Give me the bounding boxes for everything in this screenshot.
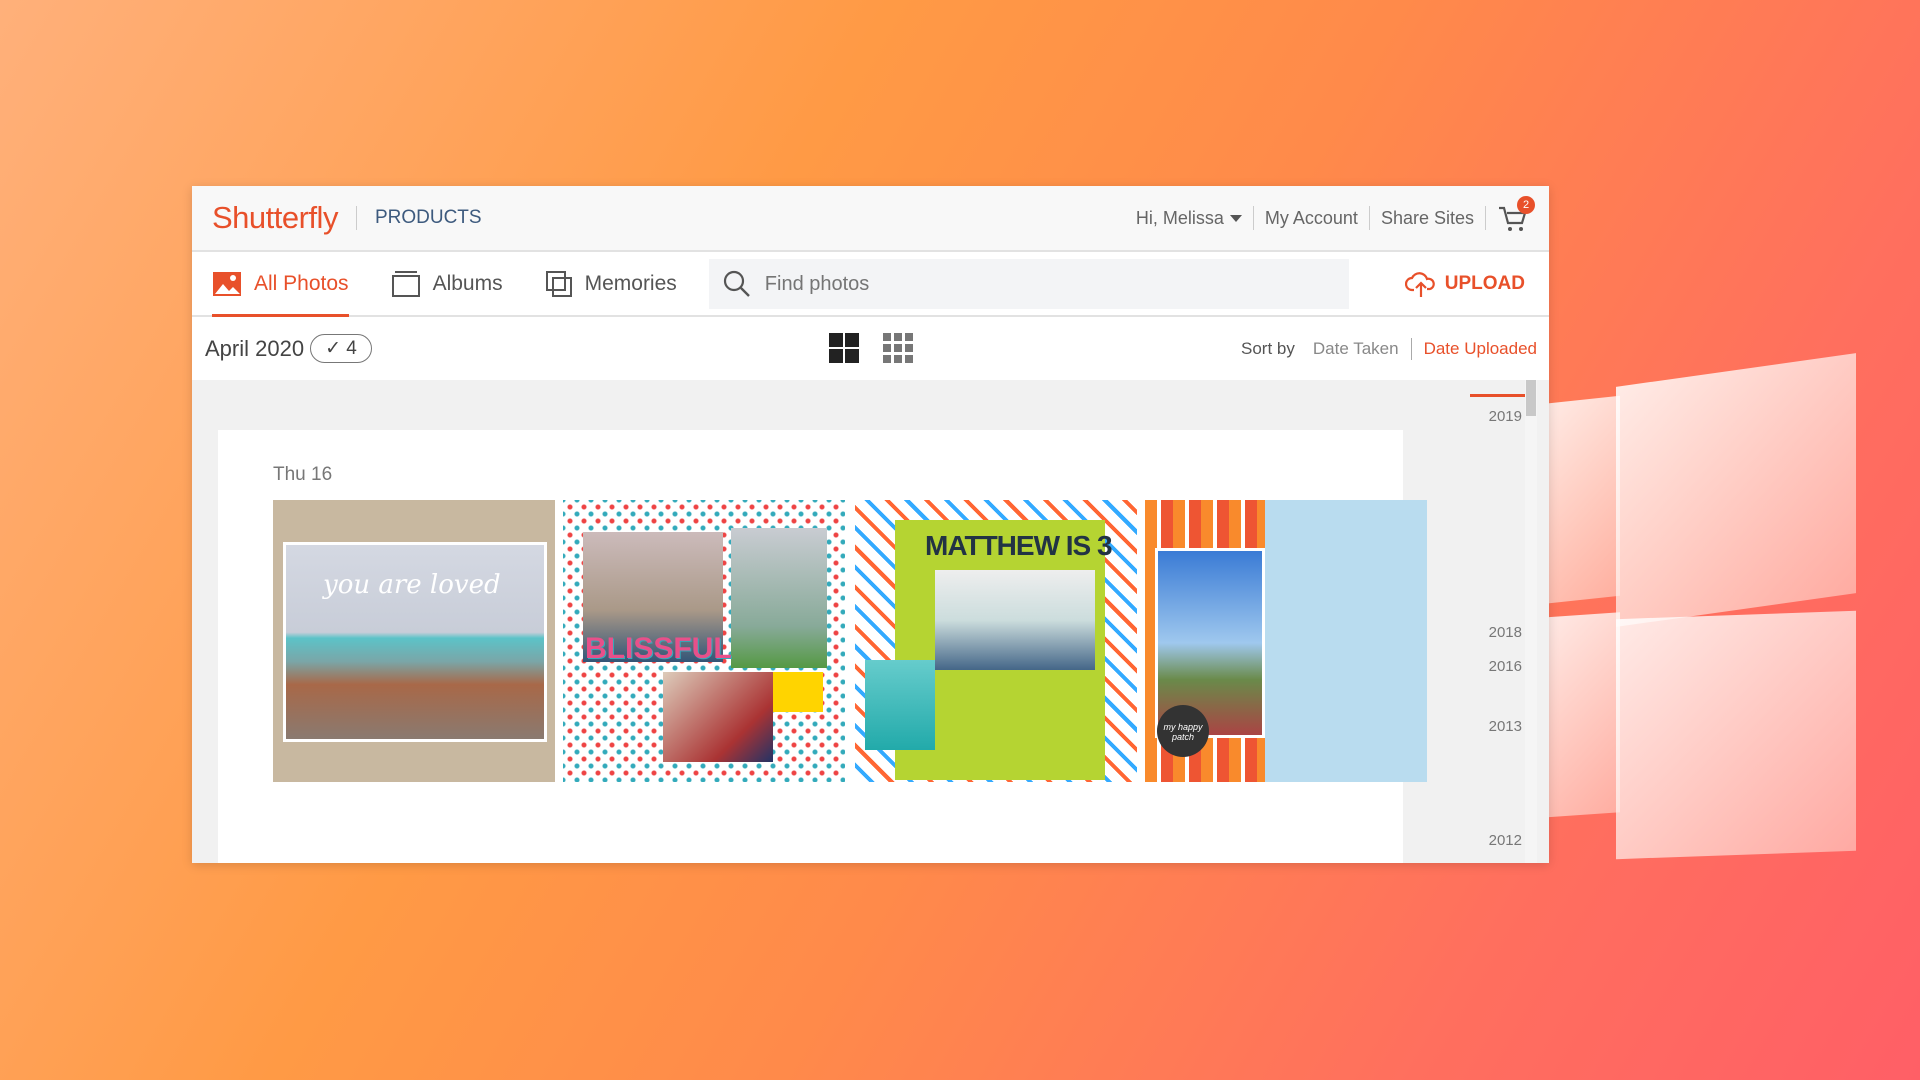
browser-window: Shutterfly PRODUCTS Hi, Melissa My Accou…: [192, 186, 1549, 863]
tab-memories[interactable]: Memories: [545, 252, 677, 315]
tab-all-photos[interactable]: All Photos: [212, 252, 349, 317]
search-icon: [723, 270, 750, 297]
top-header: Shutterfly PRODUCTS Hi, Melissa My Accou…: [192, 186, 1549, 252]
cart-button[interactable]: 2: [1497, 196, 1535, 234]
year-2013[interactable]: 2013: [1489, 718, 1522, 735]
photo-thumbnail[interactable]: BLISSFUL: [563, 500, 845, 782]
small-grid-icon[interactable]: [883, 333, 913, 363]
caret-down-icon: [1229, 215, 1242, 223]
products-link[interactable]: PRODUCTS: [375, 207, 482, 229]
windows-logo-background: [1540, 353, 1870, 870]
cloud-upload-icon: [1404, 271, 1435, 297]
album-icon: [391, 270, 420, 297]
my-account-link[interactable]: My Account: [1265, 208, 1358, 229]
photo-toolbar: April 2020 ✓ 4 Sort by Date Taken Date U…: [192, 317, 1549, 380]
year-2012[interactable]: 2012: [1489, 832, 1522, 849]
search-box[interactable]: [708, 259, 1349, 309]
shutterfly-logo[interactable]: Shutterfly: [212, 200, 338, 236]
nav-bar: All Photos Albums Memories UPLOAD: [192, 252, 1549, 317]
image-icon: [213, 271, 241, 296]
search-input[interactable]: [764, 272, 1325, 296]
share-sites-link[interactable]: Share Sites: [1381, 208, 1474, 229]
large-grid-icon[interactable]: [829, 333, 859, 363]
memories-icon: [545, 270, 572, 297]
sort-control: Sort by Date Taken Date Uploaded: [1241, 337, 1537, 360]
day-group: Thu 16 you are loved BLISSFUL MATTHEW IS…: [218, 430, 1427, 863]
year-2018[interactable]: 2018: [1489, 624, 1522, 641]
sort-date-taken[interactable]: Date Taken: [1313, 339, 1399, 359]
day-label: Thu 16: [273, 464, 333, 485]
month-label: April 2020: [205, 335, 305, 361]
photo-content: Thu 16 you are loved BLISSFUL MATTHEW IS…: [192, 380, 1549, 863]
user-menu[interactable]: Hi, Melissa: [1136, 208, 1242, 229]
select-count-button[interactable]: ✓ 4: [310, 334, 372, 363]
cart-count-badge: 2: [1517, 196, 1535, 214]
scrollbar[interactable]: [1525, 380, 1537, 863]
sort-label: Sort by: [1241, 338, 1295, 358]
photo-thumbnail[interactable]: my happy patch: [1145, 500, 1427, 782]
tab-albums[interactable]: Albums: [391, 252, 503, 315]
year-2019[interactable]: 2019: [1489, 408, 1522, 425]
timeline-indicator: [1470, 394, 1526, 397]
photo-thumbnail[interactable]: MATTHEW IS 3: [855, 500, 1137, 782]
year-timeline: 2019 2018 2016 2013 2012: [1432, 380, 1537, 863]
upload-button[interactable]: UPLOAD: [1404, 252, 1525, 315]
sort-date-uploaded[interactable]: Date Uploaded: [1424, 339, 1537, 359]
photo-thumbnail[interactable]: you are loved: [273, 500, 555, 782]
year-2016[interactable]: 2016: [1489, 658, 1522, 675]
